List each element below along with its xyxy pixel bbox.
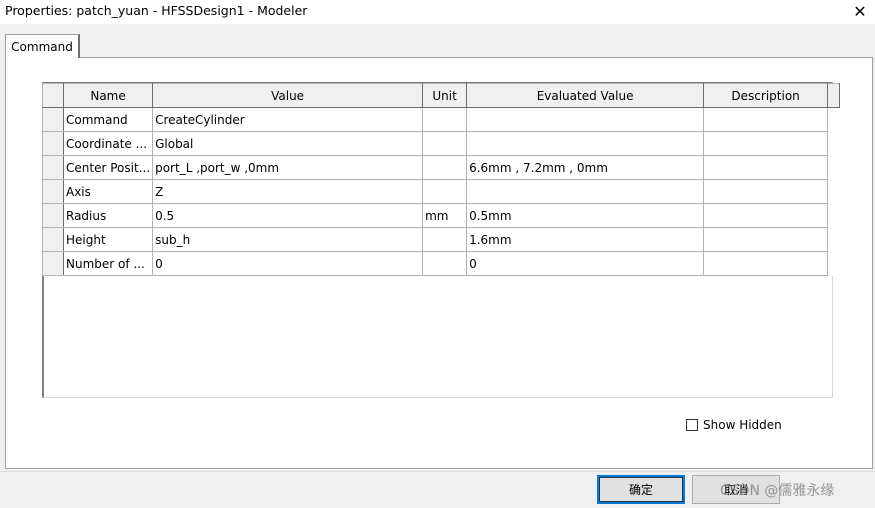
cell-name[interactable]: Height bbox=[62, 227, 154, 252]
table-row[interactable]: Coordinate ... Global bbox=[42, 131, 840, 156]
table-row[interactable]: Radius 0.5 mm 0.5mm bbox=[42, 203, 840, 228]
cell-unit[interactable] bbox=[422, 131, 468, 156]
cell-unit[interactable] bbox=[422, 179, 468, 204]
cell-value[interactable]: Global bbox=[152, 131, 424, 156]
cell-evaluated: 0.5mm bbox=[466, 203, 705, 228]
cell-name[interactable]: Coordinate ... bbox=[62, 131, 154, 156]
cell-unit[interactable] bbox=[422, 107, 468, 132]
cell-unit[interactable] bbox=[422, 155, 468, 180]
cell-description[interactable] bbox=[703, 155, 829, 180]
cell-evaluated bbox=[466, 179, 705, 204]
cell-unit[interactable] bbox=[422, 251, 468, 276]
cell-evaluated: 0 bbox=[466, 251, 705, 276]
row-header[interactable] bbox=[42, 179, 64, 204]
title-bar: Properties: patch_yuan - HFSSDesign1 - M… bbox=[0, 0, 875, 24]
column-header-description[interactable]: Description bbox=[703, 83, 829, 108]
column-header-filler bbox=[827, 83, 841, 108]
cell-description[interactable] bbox=[703, 107, 829, 132]
cell-name[interactable]: Axis bbox=[62, 179, 154, 204]
properties-grid: Name Value Unit Evaluated Value Descript… bbox=[42, 83, 841, 276]
cell-value[interactable]: port_L ,port_w ,0mm bbox=[152, 155, 424, 180]
cell-name[interactable]: Number of ... bbox=[62, 251, 154, 276]
row-filler bbox=[827, 227, 840, 252]
table-row[interactable]: Height sub_h 1.6mm bbox=[42, 227, 840, 252]
cell-evaluated: 6.6mm , 7.2mm , 0mm bbox=[466, 155, 705, 180]
show-hidden-checkbox[interactable]: Show Hidden bbox=[686, 418, 782, 432]
cell-name[interactable]: Center Posit... bbox=[62, 155, 154, 180]
row-header[interactable] bbox=[42, 155, 64, 180]
cell-description[interactable] bbox=[703, 179, 829, 204]
close-icon[interactable]: ✕ bbox=[845, 0, 875, 22]
checkbox-box[interactable] bbox=[686, 419, 698, 431]
table-row[interactable]: Number of ... 0 0 bbox=[42, 251, 840, 276]
watermark: CSDN @儒雅永缘 bbox=[720, 483, 835, 499]
column-header-value[interactable]: Value bbox=[152, 83, 424, 108]
row-filler bbox=[827, 131, 840, 156]
row-filler bbox=[827, 203, 840, 228]
column-header-name[interactable]: Name bbox=[62, 83, 154, 108]
footer-separator bbox=[0, 471, 875, 472]
grid-header-row: Name Value Unit Evaluated Value Descript… bbox=[42, 83, 841, 108]
window-title: Properties: patch_yuan - HFSSDesign1 - M… bbox=[5, 3, 308, 18]
cell-evaluated bbox=[466, 107, 705, 132]
cell-description[interactable] bbox=[703, 227, 829, 252]
column-header-unit[interactable]: Unit bbox=[422, 83, 468, 108]
row-header[interactable] bbox=[42, 131, 64, 156]
grid-corner bbox=[42, 83, 64, 108]
cell-description[interactable] bbox=[703, 131, 829, 156]
table-row[interactable]: Command CreateCylinder bbox=[42, 107, 840, 132]
cell-value[interactable]: sub_h bbox=[152, 227, 424, 252]
column-header-evaluated-value[interactable]: Evaluated Value bbox=[466, 83, 705, 108]
tab-command[interactable]: Command bbox=[5, 34, 80, 58]
cell-unit[interactable]: mm bbox=[422, 203, 468, 228]
cell-value[interactable]: 0 bbox=[152, 251, 424, 276]
cell-value[interactable]: Z bbox=[152, 179, 424, 204]
row-filler bbox=[827, 251, 840, 276]
cell-description[interactable] bbox=[703, 203, 829, 228]
row-header[interactable] bbox=[42, 227, 64, 252]
table-row[interactable]: Center Posit... port_L ,port_w ,0mm 6.6m… bbox=[42, 155, 840, 180]
show-hidden-label: Show Hidden bbox=[703, 418, 782, 432]
cell-name[interactable]: Command bbox=[62, 107, 154, 132]
cell-unit[interactable] bbox=[422, 227, 468, 252]
cell-evaluated: 1.6mm bbox=[466, 227, 705, 252]
cell-value[interactable]: CreateCylinder bbox=[152, 107, 424, 132]
cell-evaluated bbox=[466, 131, 705, 156]
row-header[interactable] bbox=[42, 107, 64, 132]
row-header[interactable] bbox=[42, 251, 64, 276]
ok-button[interactable]: 确定 bbox=[597, 475, 685, 504]
row-filler bbox=[827, 155, 840, 180]
row-filler bbox=[827, 107, 840, 132]
row-filler bbox=[827, 179, 840, 204]
cell-description[interactable] bbox=[703, 251, 829, 276]
row-header[interactable] bbox=[42, 203, 64, 228]
cell-value[interactable]: 0.5 bbox=[152, 203, 424, 228]
cell-name[interactable]: Radius bbox=[62, 203, 154, 228]
table-row[interactable]: Axis Z bbox=[42, 179, 840, 204]
